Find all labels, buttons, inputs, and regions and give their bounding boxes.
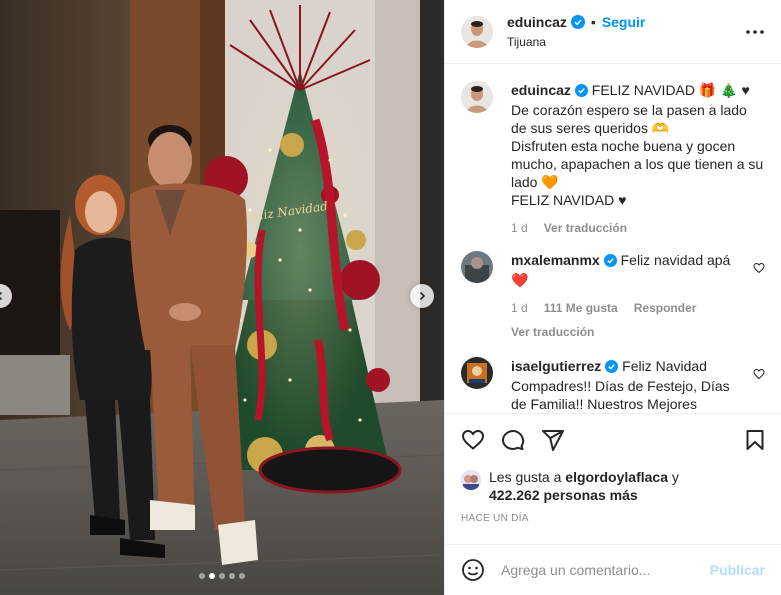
- likes-others-link[interactable]: 422.262 personas más: [489, 487, 638, 503]
- heart-outline-icon: [753, 368, 765, 380]
- carousel-dot: [209, 573, 215, 579]
- caption-line: De corazón espero se la pasen a lado de …: [511, 102, 747, 136]
- post-media[interactable]: Feliz Navidad: [0, 0, 444, 595]
- caption-line: FELIZ NAVIDAD ♥: [511, 192, 627, 208]
- comment-input[interactable]: [501, 562, 710, 578]
- comments-list[interactable]: eduincaz FELIZ NAVIDAD 🎁 🎄 ♥ De corazón …: [445, 65, 781, 413]
- liker-avatar[interactable]: [461, 470, 481, 490]
- carousel-indicator: [0, 573, 444, 579]
- heart-outline-icon: [461, 429, 485, 450]
- comment-time[interactable]: 1 d: [511, 301, 528, 315]
- comment-like-button[interactable]: [753, 367, 765, 383]
- caption-time[interactable]: 1 d: [511, 221, 528, 235]
- post-modal: Feliz Navidad eduincaz • Seguir Tijuana …: [0, 0, 781, 595]
- likes-conjunction: y: [671, 469, 679, 485]
- comment-composer: Publicar: [445, 544, 781, 595]
- post-caption: eduincaz FELIZ NAVIDAD 🎁 🎄 ♥ De corazón …: [461, 81, 765, 235]
- comment-item: mxalemanmx Feliz navidad apá ❤️ 1 d 111 …: [461, 251, 765, 341]
- commenter-username[interactable]: isaelgutierrez: [511, 358, 601, 374]
- carousel-dot: [219, 573, 225, 579]
- like-button[interactable]: [461, 428, 485, 452]
- follow-button[interactable]: Seguir: [602, 14, 646, 30]
- likes-prefix: Les gusta a: [489, 469, 562, 485]
- liker-username[interactable]: elgordoylaflaca: [565, 469, 668, 485]
- comment-bubble-icon: [502, 429, 525, 450]
- bookmark-icon: [746, 429, 764, 450]
- author-username[interactable]: eduincaz: [507, 14, 567, 30]
- chevron-right-icon: [419, 291, 426, 301]
- post-photo: Feliz Navidad: [0, 0, 444, 595]
- emoji-picker-button[interactable]: [461, 558, 485, 582]
- post-location[interactable]: Tijuana: [507, 35, 743, 49]
- more-options-button[interactable]: [743, 20, 767, 44]
- likes-summary: Les gusta a elgordoylaflaca y 422.262 pe…: [461, 468, 765, 504]
- caption-line: Disfruten esta noche buena y gocen mucho…: [511, 138, 764, 190]
- send-paper-plane-icon: [542, 429, 564, 451]
- caption-translate-link[interactable]: Ver traducción: [544, 221, 627, 235]
- comment-likes[interactable]: 111 Me gusta: [544, 301, 618, 315]
- comment-translate-link[interactable]: Ver traducción: [511, 323, 747, 341]
- more-horizontal-icon: [746, 29, 764, 34]
- caption-author-avatar[interactable]: [461, 81, 493, 113]
- carousel-dot: [229, 573, 235, 579]
- next-slide-button[interactable]: [410, 284, 434, 308]
- reply-button[interactable]: Responder: [634, 301, 697, 315]
- caption-username[interactable]: eduincaz: [511, 82, 571, 98]
- verified-badge-icon: [605, 359, 619, 377]
- verified-badge-icon: [570, 15, 585, 32]
- emoji-smile-icon: [462, 559, 484, 581]
- share-button[interactable]: [541, 428, 565, 452]
- commenter-username[interactable]: mxalemanmx: [511, 252, 600, 268]
- comment-item: isaelgutierrez Feliz Navidad Compadres!!…: [461, 357, 765, 413]
- post-header: eduincaz • Seguir Tijuana: [445, 0, 781, 64]
- verified-badge-icon: [603, 253, 617, 271]
- commenter-avatar[interactable]: [461, 251, 493, 283]
- comment-button[interactable]: [501, 428, 525, 452]
- caption-line: FELIZ NAVIDAD 🎁 🎄 ♥: [591, 82, 750, 98]
- carousel-dot: [239, 573, 245, 579]
- header-separator: •: [590, 14, 596, 30]
- post-actions-bar: [445, 413, 781, 465]
- post-side-panel: eduincaz • Seguir Tijuana eduincaz FELIZ N…: [444, 0, 781, 595]
- save-button[interactable]: [743, 428, 767, 452]
- heart-outline-icon: [753, 262, 765, 274]
- author-avatar[interactable]: [461, 15, 493, 48]
- post-timestamp[interactable]: HACE UN DÍA: [461, 513, 529, 524]
- comment-like-button[interactable]: [753, 261, 765, 277]
- carousel-dot: [199, 573, 205, 579]
- chevron-left-icon: [0, 291, 3, 301]
- commenter-avatar[interactable]: [461, 357, 493, 389]
- verified-badge-icon: [574, 83, 588, 101]
- publish-button[interactable]: Publicar: [710, 562, 765, 578]
